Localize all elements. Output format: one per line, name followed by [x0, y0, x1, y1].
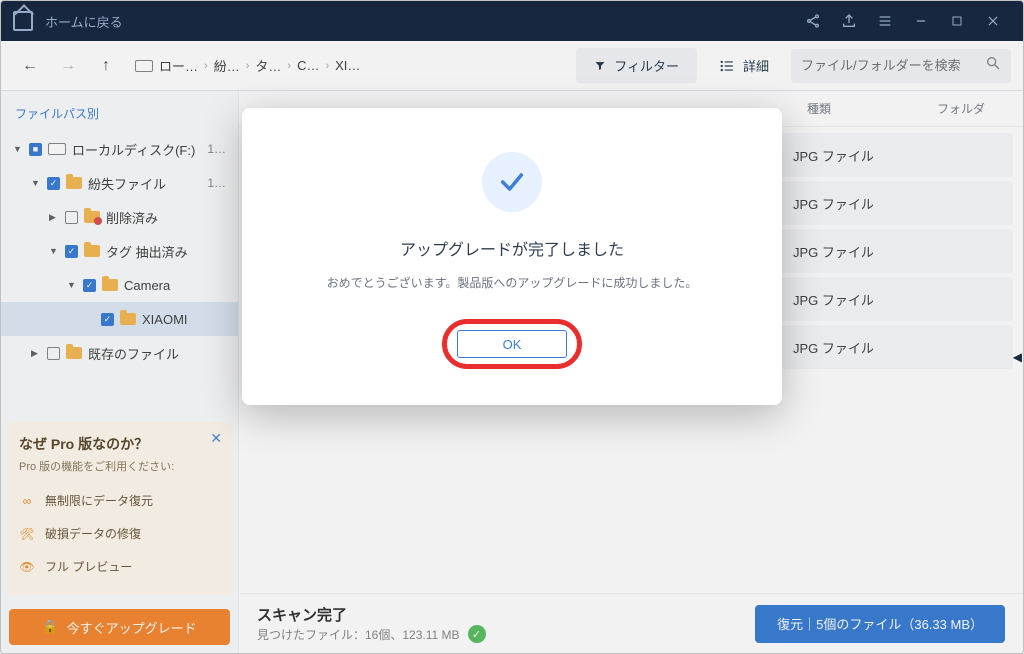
- ok-highlight: OK: [442, 319, 582, 369]
- modal-overlay: アップグレードが完了しました おめでとうございます。製品版へのアップグレードに成…: [0, 0, 1024, 654]
- upgrade-complete-dialog: アップグレードが完了しました おめでとうございます。製品版へのアップグレードに成…: [242, 108, 782, 405]
- success-check-icon: [482, 152, 542, 212]
- dialog-body: おめでとうございます。製品版へのアップグレードに成功しました。: [272, 274, 752, 291]
- dialog-title: アップグレードが完了しました: [272, 236, 752, 260]
- ok-button[interactable]: OK: [457, 330, 567, 358]
